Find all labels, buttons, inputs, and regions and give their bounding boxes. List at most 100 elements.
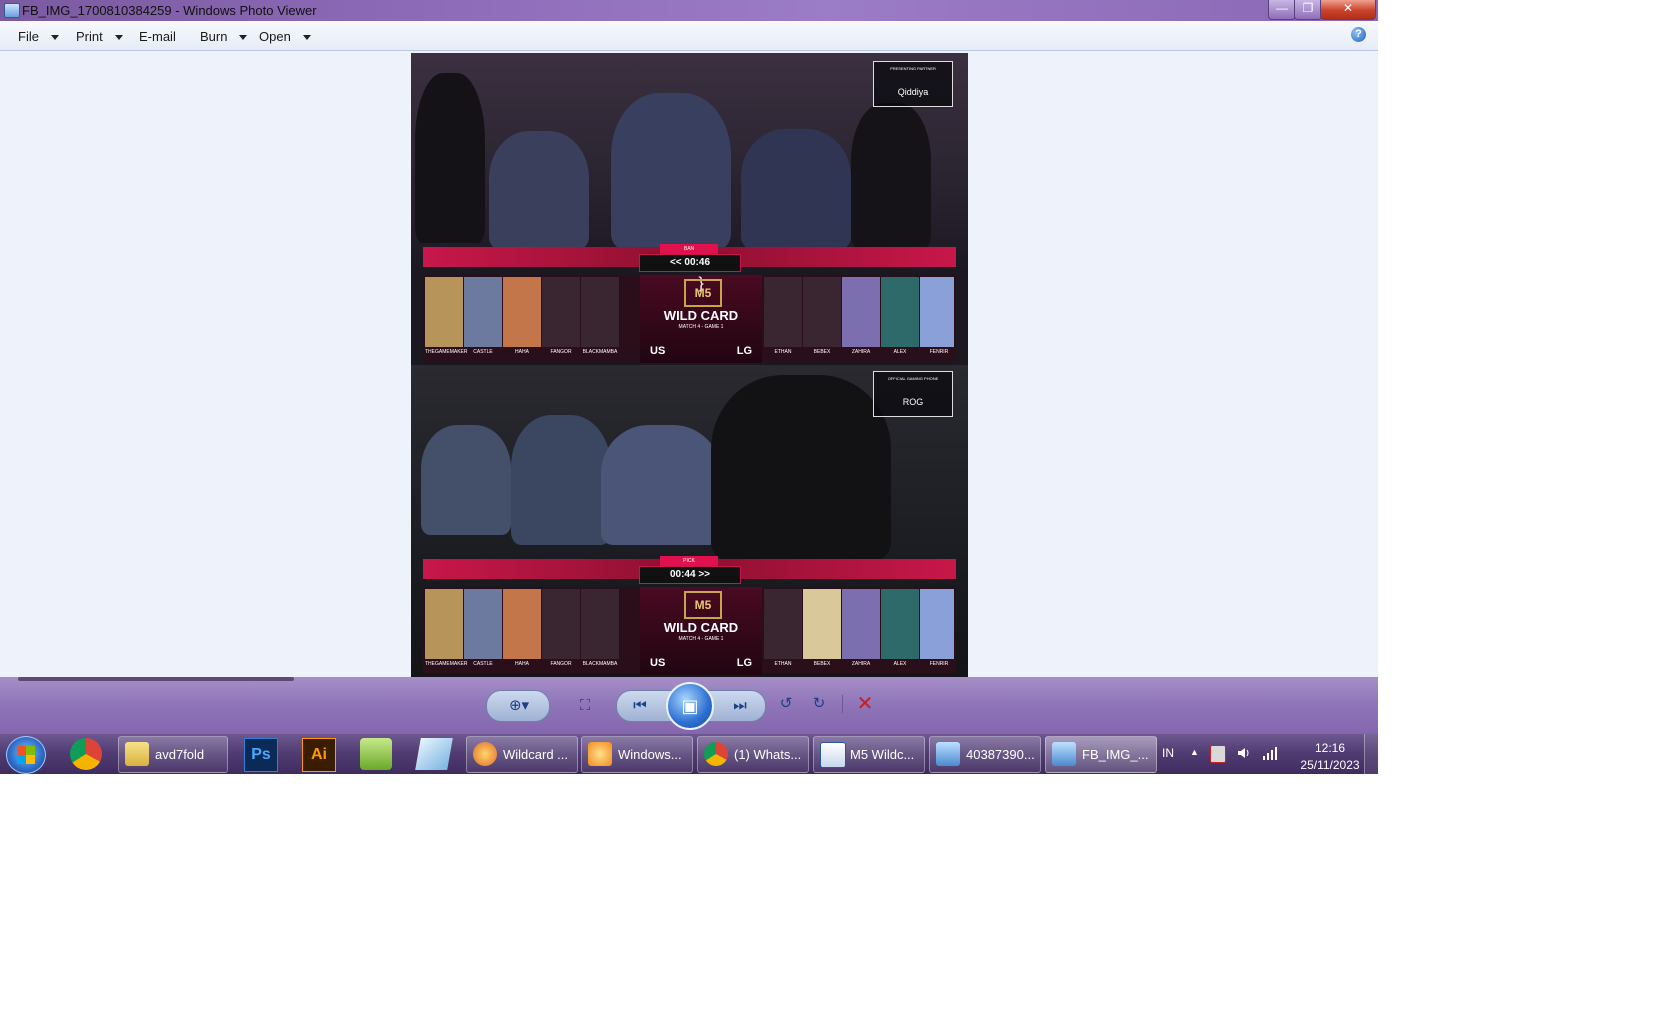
- taskbar: avd7fold Ps Ai Wildcard ... Windows... (…: [0, 734, 1378, 774]
- help-icon[interactable]: ?: [1351, 27, 1366, 42]
- word-document-icon: [820, 742, 846, 768]
- team-left: US: [650, 345, 666, 357]
- notepad-icon[interactable]: [415, 738, 453, 770]
- player-name: BLACKMAMBA: [582, 661, 618, 667]
- minimize-button[interactable]: —: [1268, 0, 1296, 20]
- network-icon[interactable]: [1262, 745, 1278, 761]
- taskbar-item-m5[interactable]: M5 Wildc...: [813, 736, 925, 773]
- volume-icon[interactable]: [1236, 745, 1252, 761]
- match-card-subtitle: MATCH 4 - GAME 1: [678, 324, 724, 330]
- player-name: FENRIR: [929, 661, 949, 667]
- previous-icon[interactable]: ⏮: [627, 693, 653, 719]
- match-card: M5 WILD CARD MATCH 4 - GAME 1 US LG }: [640, 275, 762, 363]
- print-menu[interactable]: Print: [76, 29, 123, 44]
- language-indicator[interactable]: IN: [1162, 746, 1174, 760]
- taskbar-item-label: 40387390...: [966, 747, 1035, 762]
- file-menu[interactable]: File: [18, 29, 59, 44]
- match-card: M5 WILD CARD MATCH 4 - GAME 1 US LG: [640, 587, 762, 675]
- image-viewport[interactable]: PRESENTING PARTNER Qiddiya BAN << 00:46 …: [0, 51, 1378, 677]
- menu-bar: File Print E-mail Burn Open: [0, 21, 1378, 51]
- sponsor-badge: OFFICIAL GAMING PHONE ROG: [873, 371, 953, 417]
- clock-time[interactable]: 12:16: [1300, 741, 1360, 755]
- m5-logo: M5: [684, 279, 722, 307]
- person-figure: [421, 425, 511, 535]
- zoom-icon[interactable]: ⊕▾: [503, 693, 535, 719]
- taskbar-item-label: M5 Wildc...: [850, 747, 915, 762]
- horizontal-scrollbar[interactable]: [18, 677, 294, 681]
- taskbar-item-folder[interactable]: avd7fold: [118, 736, 228, 773]
- chevron-down-icon: [50, 35, 59, 41]
- taskbar-item-whatsapp[interactable]: (1) Whats...: [697, 736, 809, 773]
- taskbar-item-image[interactable]: 40387390...: [929, 736, 1041, 773]
- clock-date[interactable]: 25/11/2023: [1288, 758, 1372, 772]
- print-menu-label: Print: [76, 29, 103, 44]
- photo-viewer-icon: [936, 742, 960, 766]
- player-portrait: [764, 277, 802, 347]
- email-menu[interactable]: E-mail: [139, 29, 176, 44]
- m5-logo: M5: [684, 591, 722, 619]
- person-figure: [415, 73, 485, 243]
- title-bar[interactable]: FB_IMG_1700810384259 - Windows Photo Vie…: [0, 0, 1378, 21]
- hero-portrait: [842, 589, 880, 659]
- app-icon[interactable]: [360, 738, 392, 770]
- chevron-down-icon: [239, 35, 248, 41]
- phase-tag: PICK: [660, 556, 718, 566]
- close-button[interactable]: ✕: [1320, 0, 1376, 20]
- desktop-screen: FB_IMG_1700810384259 - Windows Photo Vie…: [0, 0, 1378, 774]
- player-name: CASTLE: [473, 661, 493, 667]
- player-name: HAHA: [515, 661, 529, 667]
- player-name: BEBEX: [813, 661, 831, 667]
- rotate-clockwise-icon[interactable]: ↻: [806, 691, 832, 717]
- burn-menu[interactable]: Burn: [200, 29, 248, 44]
- open-menu[interactable]: Open: [259, 29, 311, 44]
- hero-portrait: [920, 277, 954, 347]
- delete-icon[interactable]: ✕: [852, 691, 878, 717]
- illustrator-icon[interactable]: Ai: [302, 738, 336, 772]
- sponsor-caption: PRESENTING PARTNER: [890, 66, 936, 71]
- hero-portrait: [920, 589, 954, 659]
- player-name: BLACKMAMBA: [582, 349, 618, 355]
- hero-portrait: [425, 589, 463, 659]
- taskbar-item-fb-img[interactable]: FB_IMG_...: [1045, 736, 1157, 773]
- action-center-icon[interactable]: [1210, 745, 1226, 763]
- slideshow-button[interactable]: ▣: [666, 682, 714, 730]
- taskbar-item-wildcard[interactable]: Wildcard ...: [466, 736, 578, 773]
- player-portrait: [542, 589, 580, 659]
- player-name: ALEX: [893, 661, 907, 667]
- fit-to-window-icon[interactable]: ⛶: [572, 693, 598, 719]
- burn-menu-label: Burn: [200, 29, 228, 44]
- draft-timer: << 00:46: [639, 254, 741, 272]
- separator: [842, 695, 843, 713]
- player-portrait: [803, 589, 841, 659]
- person-figure: [511, 415, 611, 545]
- player-name: ETHAN: [774, 661, 792, 667]
- taskbar-item-windows[interactable]: Windows...: [581, 736, 693, 773]
- paint-icon: [473, 742, 497, 766]
- photo-viewer-icon: [1052, 742, 1076, 766]
- player-portrait: [803, 277, 841, 347]
- player-name: FANGOR: [550, 349, 572, 355]
- displayed-photo: PRESENTING PARTNER Qiddiya BAN << 00:46 …: [411, 53, 968, 677]
- file-menu-label: File: [18, 29, 39, 44]
- chevron-down-icon: [114, 35, 123, 41]
- hero-portrait: [425, 277, 463, 347]
- photoshop-icon[interactable]: Ps: [244, 738, 278, 772]
- chrome-icon[interactable]: [70, 738, 102, 770]
- next-icon[interactable]: ⏭: [727, 693, 753, 719]
- show-desktop-button[interactable]: [1364, 734, 1378, 774]
- maximize-button[interactable]: ❐: [1294, 0, 1322, 20]
- phase-tag: BAN: [660, 244, 718, 254]
- rotate-counterclockwise-icon[interactable]: ↺: [773, 691, 799, 717]
- person-figure: [711, 375, 891, 561]
- player-name: THEGAMEMAKER: [425, 661, 468, 667]
- player-name: CASTLE: [473, 349, 493, 355]
- hero-row: THEGAMEMAKER CASTLE HAHA FANGOR BLACKMAM…: [423, 275, 956, 363]
- player-name: ZAHIRA: [851, 349, 871, 355]
- show-hidden-icons-icon[interactable]: ▲: [1190, 747, 1199, 757]
- taskbar-item-label: avd7fold: [155, 747, 205, 762]
- hero-portrait: [881, 589, 919, 659]
- person-figure: [611, 93, 731, 249]
- player-name: BEBEX: [813, 349, 831, 355]
- start-button[interactable]: [6, 736, 46, 774]
- person-figure: [851, 103, 931, 249]
